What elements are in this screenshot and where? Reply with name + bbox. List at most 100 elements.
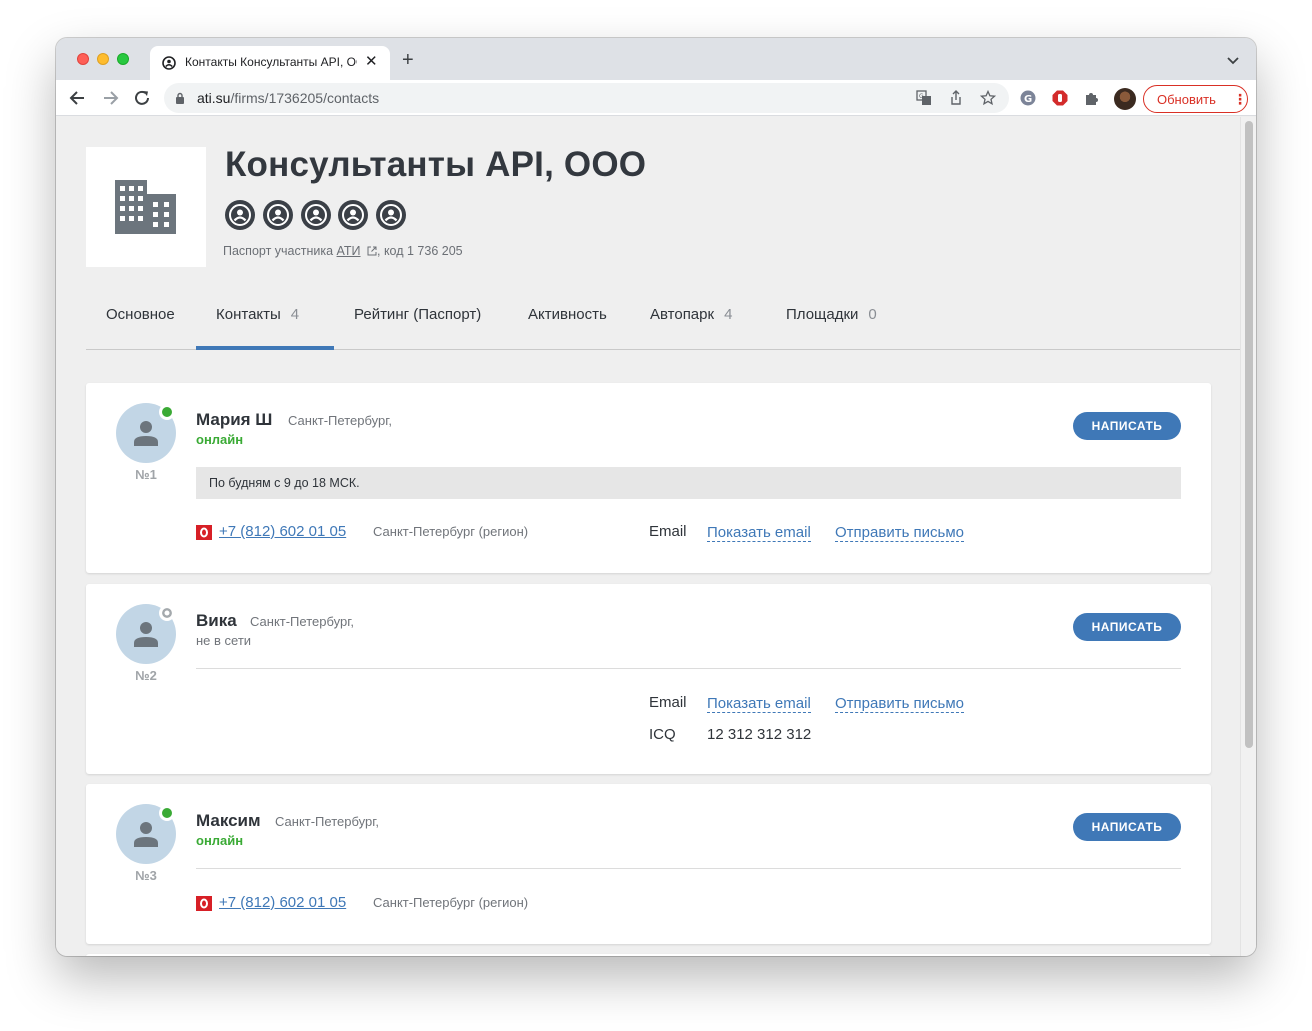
- extensions-icon[interactable]: [1084, 90, 1100, 106]
- send-letter-link[interactable]: Отправить письмо: [835, 524, 965, 542]
- update-browser-button[interactable]: Обновить ⋮: [1143, 85, 1248, 113]
- icq-label: ICQ: [649, 726, 676, 743]
- phone-region: Санкт-Петербург (регион): [373, 895, 529, 910]
- browser-menu-icon[interactable]: ⋮: [1233, 91, 1247, 107]
- contact-status: онлайн: [196, 432, 244, 447]
- zoom-window-button[interactable]: [117, 53, 129, 65]
- profile-avatar-icon[interactable]: [1114, 88, 1136, 110]
- tab-count: 4: [724, 306, 733, 323]
- contact-status: не в сети: [196, 633, 252, 648]
- tab-count: 4: [290, 306, 300, 323]
- passport-prefix: Паспорт участника: [223, 244, 337, 258]
- firm-logo: [86, 147, 206, 267]
- person-icon: [134, 421, 158, 446]
- contact-city: Санкт-Петербург,: [250, 614, 354, 629]
- divider: [196, 668, 1181, 669]
- mobile-operator-icon: [196, 525, 212, 540]
- back-icon[interactable]: [68, 88, 88, 108]
- browser-toolbar: ati.su/firms/1736205/contacts G G Обнови…: [56, 80, 1256, 116]
- rating-badge-icon: [338, 200, 368, 230]
- online-status-dot: [159, 404, 175, 420]
- icq-value: 12 312 312 312: [707, 726, 812, 743]
- url-host: ati.su: [197, 90, 231, 106]
- tab-search-icon[interactable]: [1226, 53, 1240, 67]
- send-letter-link[interactable]: Отправить письмо: [835, 695, 965, 713]
- person-icon: [134, 622, 158, 647]
- url-text: ati.su/firms/1736205/contacts: [197, 90, 379, 106]
- write-message-button[interactable]: НАПИСАТЬ: [1073, 412, 1181, 440]
- bookmark-star-icon[interactable]: [980, 90, 996, 106]
- rating-badge-icon: [263, 200, 293, 230]
- passport-suffix: , код 1 736 205: [377, 244, 463, 258]
- address-bar[interactable]: ati.su/firms/1736205/contacts G: [164, 83, 1009, 113]
- offline-status-dot: [159, 605, 175, 621]
- url-path: /firms/1736205/contacts: [230, 90, 380, 106]
- tab-rating[interactable]: Рейтинг (Паспорт): [354, 306, 481, 323]
- divider: [196, 868, 1181, 869]
- write-message-button[interactable]: НАПИСАТЬ: [1073, 613, 1181, 641]
- passport-info: Паспорт участника АТИ , код 1 736 205: [223, 244, 463, 258]
- svg-text:G: G: [1024, 94, 1032, 105]
- contact-status: онлайн: [196, 833, 244, 848]
- tab-fleet[interactable]: Автопарк 4: [650, 306, 732, 323]
- grammarly-icon[interactable]: G: [1020, 90, 1036, 106]
- tab-platforms[interactable]: Площадки 0: [786, 306, 877, 323]
- contact-note: По будням с 9 до 18 МСК.: [196, 467, 1181, 499]
- email-label: Email: [649, 694, 687, 711]
- rating-badge-icon: [301, 200, 331, 230]
- page-content: Консультанты API, ООО Паспорт участника …: [56, 117, 1256, 956]
- minimize-window-button[interactable]: [97, 53, 109, 65]
- note-text: По будням с 9 до 18 МСК.: [209, 476, 360, 490]
- phone-link[interactable]: +7 (812) 602 01 05: [219, 523, 346, 540]
- browser-tab-active[interactable]: Контакты Консультанты API, ООО ✕: [150, 46, 390, 80]
- online-status-dot: [159, 805, 175, 821]
- building-icon: [115, 180, 176, 234]
- write-message-button[interactable]: НАПИСАТЬ: [1073, 813, 1181, 841]
- rating-badge-icon: [225, 200, 255, 230]
- show-email-link[interactable]: Показать email: [707, 695, 811, 713]
- firm-name: Консультанты API, ООО: [225, 145, 647, 184]
- tab-close-icon[interactable]: ✕: [365, 53, 378, 71]
- show-email-link[interactable]: Показать email: [707, 524, 811, 542]
- passport-ati-link[interactable]: АТИ: [337, 244, 361, 258]
- contact-card: №1 Мария Ш Санкт-Петербург, онлайн НАПИС…: [86, 383, 1211, 573]
- contact-number: №2: [135, 668, 157, 683]
- forward-icon[interactable]: [100, 88, 120, 108]
- svg-text:G: G: [919, 93, 924, 100]
- tab-main[interactable]: Основное: [106, 306, 175, 323]
- reload-icon[interactable]: [132, 88, 152, 108]
- contact-number: №3: [135, 868, 157, 883]
- browser-window: Контакты Консультанты API, ООО ✕ + ati.s…: [56, 38, 1256, 956]
- ati-favicon-icon: [162, 56, 176, 70]
- contact-card-partial: [86, 954, 1211, 956]
- share-icon[interactable]: [948, 90, 964, 106]
- update-label: Обновить: [1157, 92, 1216, 107]
- adblock-icon[interactable]: [1052, 90, 1068, 106]
- contact-name: Вика: [196, 611, 237, 630]
- tab-count: 0: [868, 306, 877, 323]
- contact-city: Санкт-Петербург,: [288, 413, 392, 428]
- contact-name: Мария Ш: [196, 410, 273, 429]
- close-window-button[interactable]: [77, 53, 89, 65]
- scroll-thumb[interactable]: [1245, 121, 1253, 748]
- active-tab-indicator: [196, 346, 334, 350]
- rating-badge-icon: [376, 200, 406, 230]
- external-link-icon: [367, 246, 377, 256]
- page-scrollbar[interactable]: [1240, 117, 1256, 956]
- tab-title: Контакты Консультанты API, ООО: [185, 55, 357, 69]
- phone-link[interactable]: +7 (812) 602 01 05: [219, 894, 346, 911]
- translate-icon[interactable]: G: [916, 90, 932, 106]
- contact-card: №2 Вика Санкт-Петербург, не в сети НАПИС…: [86, 584, 1211, 774]
- contact-card: №3 Максим Санкт-Петербург, онлайн НАПИСА…: [86, 784, 1211, 944]
- new-tab-button[interactable]: +: [402, 50, 414, 70]
- lock-icon: [176, 92, 184, 104]
- tab-activity[interactable]: Активность: [528, 306, 607, 323]
- email-label: Email: [649, 523, 687, 540]
- contact-number: №1: [135, 467, 157, 482]
- person-icon: [134, 822, 158, 847]
- contact-city: Санкт-Петербург,: [275, 814, 379, 829]
- mobile-operator-icon: [196, 896, 212, 911]
- tab-contacts[interactable]: Контакты 4: [216, 306, 299, 323]
- phone-region: Санкт-Петербург (регион): [373, 524, 529, 539]
- contact-name: Максим: [196, 811, 261, 830]
